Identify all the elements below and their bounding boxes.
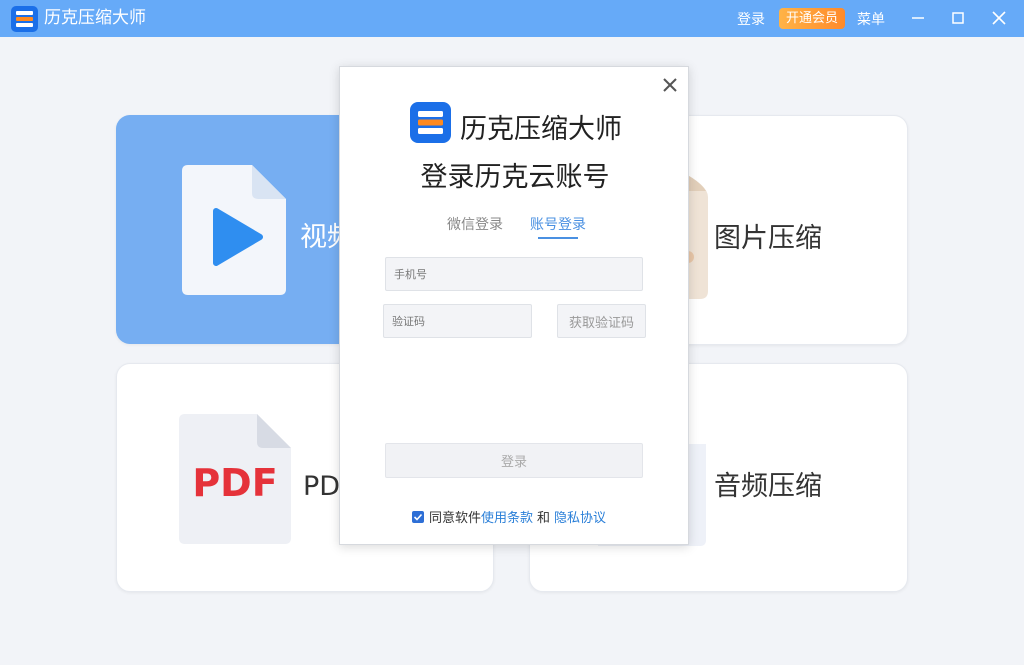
tab-wechat-login[interactable]: 微信登录 bbox=[447, 214, 503, 234]
menu-button[interactable]: 菜单 bbox=[857, 9, 885, 29]
video-file-icon bbox=[182, 165, 286, 295]
agree-checkbox[interactable] bbox=[412, 510, 424, 523]
login-button[interactable]: 登录 bbox=[385, 443, 643, 478]
phone-placeholder: 手机号 bbox=[394, 268, 427, 281]
and-text: 和 bbox=[537, 511, 551, 526]
agreement-row: 同意软件 使用条款 和 隐私协议 bbox=[412, 507, 606, 526]
privacy-link[interactable]: 隐私协议 bbox=[554, 507, 606, 526]
pdf-file-icon: PDF bbox=[179, 414, 291, 544]
app-title: 历克压缩大师 bbox=[44, 8, 146, 28]
audio-card-label: 音频压缩 bbox=[714, 471, 822, 502]
login-link[interactable]: 登录 bbox=[737, 9, 765, 29]
active-tab-indicator bbox=[538, 237, 578, 239]
code-placeholder: 验证码 bbox=[392, 315, 425, 328]
image-card-label: 图片压缩 bbox=[714, 223, 822, 254]
login-dialog: 历克压缩大师 登录历克云账号 微信登录 账号登录 手机号 验证码 获取验证码 登… bbox=[339, 66, 689, 545]
dialog-title: 登录历克云账号 bbox=[420, 162, 610, 193]
verification-code-input[interactable]: 验证码 bbox=[383, 304, 532, 338]
phone-input[interactable]: 手机号 bbox=[385, 257, 643, 291]
close-icon[interactable] bbox=[660, 75, 680, 95]
maximize-icon[interactable] bbox=[946, 6, 970, 30]
app-logo-icon bbox=[410, 102, 451, 143]
terms-link[interactable]: 使用条款 bbox=[481, 507, 533, 526]
pdf-icon-text: PDF bbox=[192, 461, 277, 505]
dialog-app-name: 历克压缩大师 bbox=[460, 114, 622, 145]
close-icon[interactable] bbox=[987, 6, 1011, 30]
agree-text: 同意软件 bbox=[429, 511, 482, 526]
get-code-button[interactable]: 获取验证码 bbox=[557, 304, 646, 338]
vip-button[interactable]: 开通会员 bbox=[779, 8, 845, 29]
minimize-icon[interactable] bbox=[906, 6, 930, 30]
check-icon bbox=[413, 513, 423, 521]
app-logo-icon bbox=[11, 6, 38, 32]
tab-account-login[interactable]: 账号登录 bbox=[530, 214, 586, 234]
title-bar: 历克压缩大师 登录 开通会员 菜单 bbox=[0, 0, 1024, 37]
